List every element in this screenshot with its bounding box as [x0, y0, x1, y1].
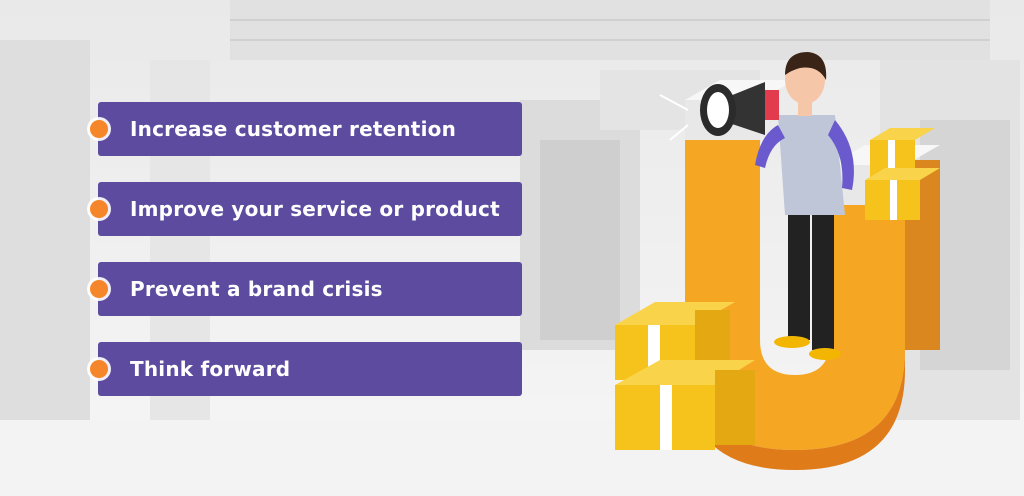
- list-item-label: Think forward: [130, 357, 291, 381]
- list-item-improve: Improve your service or product: [90, 182, 522, 236]
- bullet-icon: [90, 280, 108, 298]
- bullet-icon: [90, 360, 108, 378]
- list-item-label: Prevent a brand crisis: [130, 277, 383, 301]
- list-item-retention: Increase customer retention: [90, 102, 522, 156]
- list-item-label: Improve your service or product: [130, 197, 500, 221]
- list-item-label: Increase customer retention: [130, 117, 457, 141]
- list-item-brand-crisis: Prevent a brand crisis: [90, 262, 522, 316]
- megaphone-icon: [659, 82, 779, 141]
- bullet-icon: [90, 200, 108, 218]
- illustration: [615, 52, 940, 470]
- bullet-icon: [90, 120, 108, 138]
- list-item-think-forward: Think forward: [90, 342, 522, 396]
